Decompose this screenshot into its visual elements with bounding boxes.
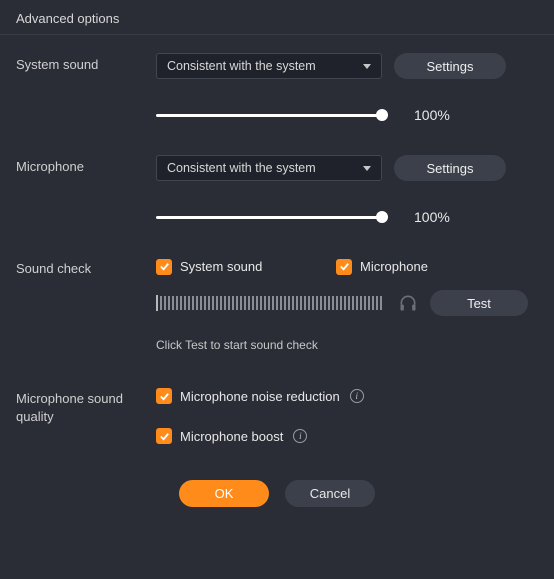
headphone-icon <box>398 293 418 313</box>
checkbox-checked-icon <box>156 428 172 444</box>
chevron-down-icon <box>363 64 371 69</box>
microphone-volume-value: 100% <box>414 209 450 225</box>
microphone-device-value: Consistent with the system <box>167 161 316 175</box>
slider-thumb-icon <box>376 109 388 121</box>
sound-check-label: Sound check <box>16 257 156 276</box>
noise-reduction-label: Microphone noise reduction <box>180 389 340 404</box>
system-sound-volume-value: 100% <box>414 107 450 123</box>
system-sound-checkbox-label: System sound <box>180 259 262 274</box>
microphone-volume-row: 100% <box>16 209 538 225</box>
system-sound-row: System sound Consistent with the system … <box>16 53 538 79</box>
sound-level-meter <box>156 295 382 311</box>
dialog-footer: OK Cancel <box>16 480 538 507</box>
mic-quality-section: Microphone sound quality Microphone nois… <box>16 386 538 444</box>
sound-check-row: Sound check System sound Microphone <box>16 257 538 276</box>
system-sound-volume-row: 100% <box>16 107 538 123</box>
system-sound-label: System sound <box>16 53 156 72</box>
system-sound-checkbox[interactable]: System sound <box>156 259 336 275</box>
dialog-content: System sound Consistent with the system … <box>0 35 554 507</box>
noise-reduction-checkbox[interactable]: Microphone noise reduction <box>156 388 340 404</box>
microphone-settings-button[interactable]: Settings <box>394 155 506 181</box>
microphone-volume-slider[interactable] <box>156 211 382 223</box>
mic-boost-label: Microphone boost <box>180 429 283 444</box>
sound-check-hint: Click Test to start sound check <box>156 338 318 352</box>
sound-check-hint-row: Click Test to start sound check <box>16 326 538 352</box>
dialog-title: Advanced options <box>0 0 554 35</box>
checkbox-checked-icon <box>156 259 172 275</box>
sound-check-meter-row: Test <box>16 290 538 316</box>
system-sound-volume-slider[interactable] <box>156 109 382 121</box>
mic-quality-label: Microphone sound quality <box>16 386 156 425</box>
microphone-checkbox[interactable]: Microphone <box>336 259 428 275</box>
info-icon[interactable]: i <box>350 389 364 403</box>
cancel-button[interactable]: Cancel <box>285 480 375 507</box>
test-button[interactable]: Test <box>430 290 528 316</box>
chevron-down-icon <box>363 166 371 171</box>
mic-boost-checkbox[interactable]: Microphone boost <box>156 428 283 444</box>
checkbox-checked-icon <box>336 259 352 275</box>
microphone-checkbox-label: Microphone <box>360 259 428 274</box>
system-sound-settings-button[interactable]: Settings <box>394 53 506 79</box>
microphone-device-select[interactable]: Consistent with the system <box>156 155 382 181</box>
system-sound-device-select[interactable]: Consistent with the system <box>156 53 382 79</box>
system-sound-device-value: Consistent with the system <box>167 59 316 73</box>
ok-button[interactable]: OK <box>179 480 269 507</box>
slider-thumb-icon <box>376 211 388 223</box>
checkbox-checked-icon <box>156 388 172 404</box>
microphone-row: Microphone Consistent with the system Se… <box>16 155 538 181</box>
info-icon[interactable]: i <box>293 429 307 443</box>
microphone-label: Microphone <box>16 155 156 174</box>
